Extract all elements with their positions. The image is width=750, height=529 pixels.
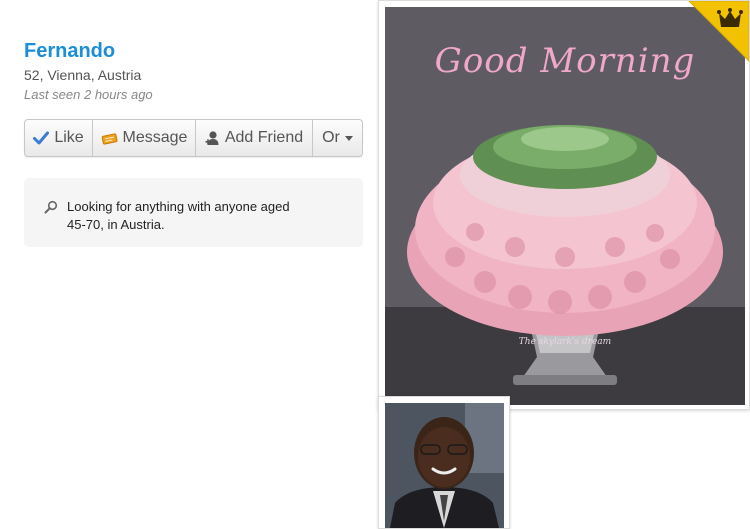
looking-for-box: Looking for anything with anyone aged 45… xyxy=(24,178,363,247)
add-friend-label: Add Friend xyxy=(224,129,304,146)
profile-name[interactable]: Fernando xyxy=(24,40,153,62)
main-photo-image: The skylark's dream Good Morning xyxy=(385,7,745,405)
premium-badge xyxy=(685,0,750,65)
photo-thumbnail[interactable] xyxy=(378,396,510,529)
profile-location: 52, Vienna, Austria xyxy=(24,67,142,83)
svg-text:The skylark's dream: The skylark's dream xyxy=(519,337,611,347)
like-button[interactable]: Like xyxy=(25,120,93,156)
looking-for-text: Looking for anything with anyone aged 45… xyxy=(67,199,290,232)
add-friend-button[interactable]: Add Friend xyxy=(196,120,313,156)
more-label: Or xyxy=(322,129,340,146)
more-dropdown-button[interactable]: Or xyxy=(313,120,362,156)
profile-action-bar: Like Message Add Friend Or xyxy=(24,119,363,157)
message-button[interactable]: Message xyxy=(93,120,196,156)
caret-down-icon xyxy=(344,135,353,141)
search-icon xyxy=(44,200,58,219)
main-profile-photo[interactable]: The skylark's dream Good Morning xyxy=(378,0,750,410)
last-seen-status: Last seen 2 hours ago xyxy=(24,87,153,102)
thumbnail-image xyxy=(385,403,504,528)
message-label: Message xyxy=(122,129,188,146)
person-plus-icon xyxy=(205,130,220,146)
ticket-icon xyxy=(101,132,118,145)
like-label: Like xyxy=(54,129,84,146)
profile-header: Fernando 52, Vienna, Austria Last seen 2… xyxy=(24,40,153,104)
check-icon xyxy=(33,131,50,145)
